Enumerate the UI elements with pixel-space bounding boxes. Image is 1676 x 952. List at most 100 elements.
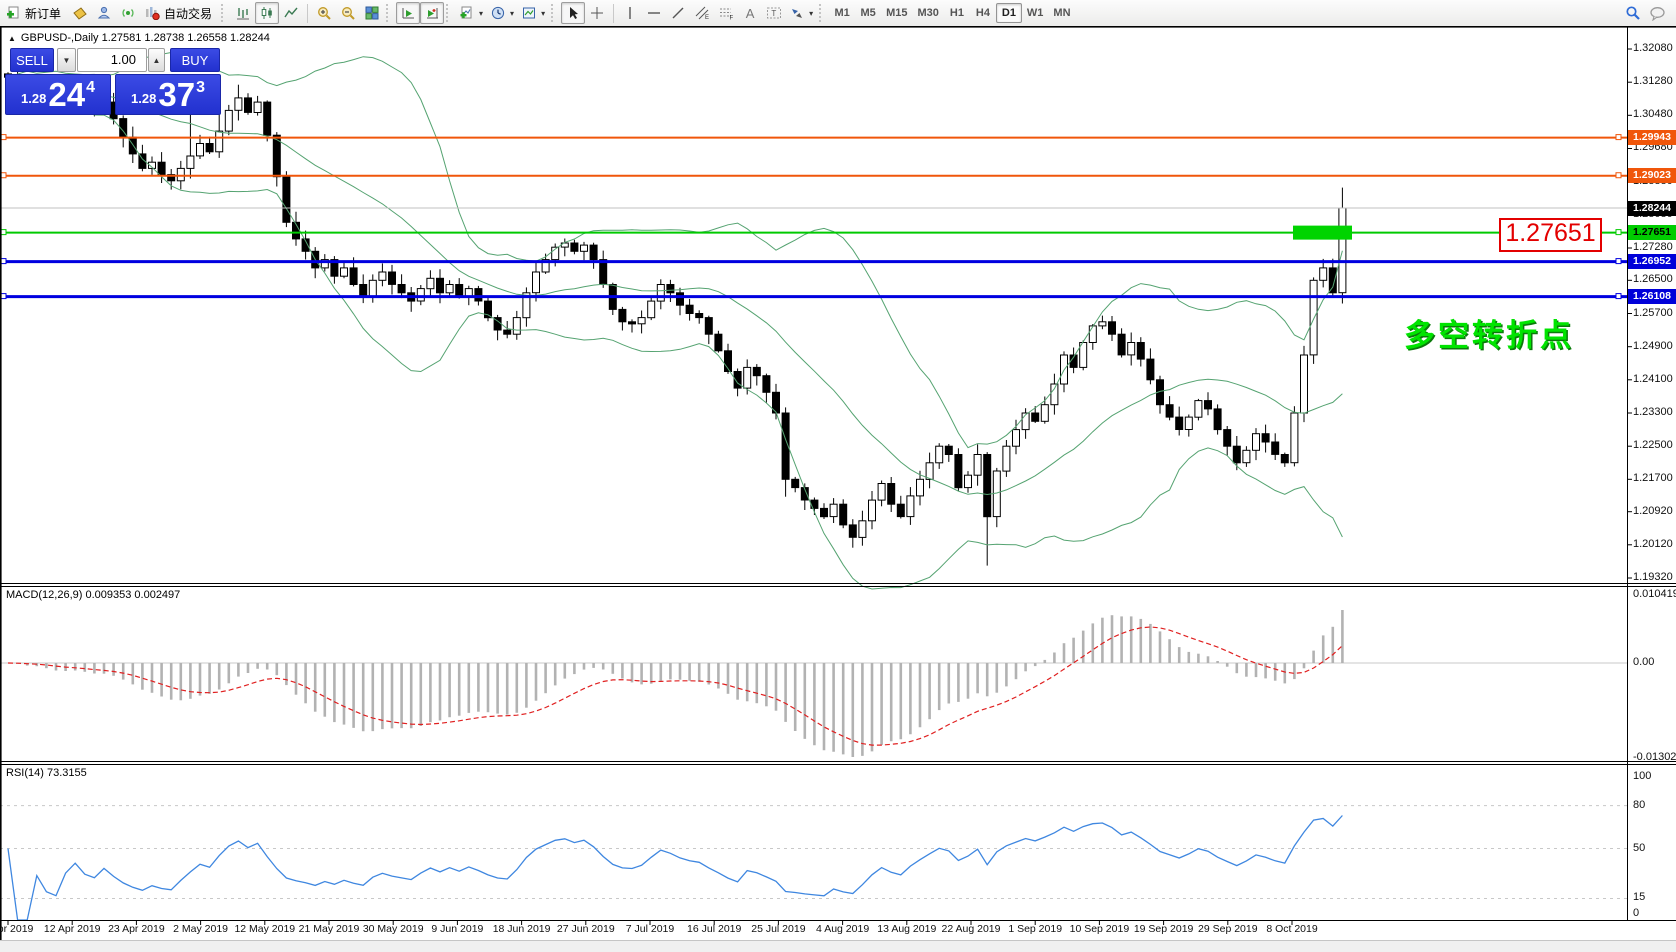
- cursor-button[interactable]: [561, 2, 586, 24]
- volume-increase-button[interactable]: ▲: [148, 48, 165, 72]
- timeframe-button-h1[interactable]: H1: [944, 3, 970, 23]
- main-toolbar: 新订单 自动交易 ▾ ▾ ▾ E F A T ▾ M1 M5 M15 M30 H…: [0, 0, 1676, 26]
- svg-text:F: F: [729, 16, 733, 21]
- candlestick-chart-button[interactable]: [255, 2, 280, 24]
- callout-price-text: 1.27651: [1505, 219, 1596, 247]
- date-label: 25 Jul 2019: [751, 923, 806, 935]
- sell-price-big: 24: [48, 76, 86, 113]
- date-label: 12 Apr 2019: [43, 923, 101, 935]
- crosshair-button[interactable]: [585, 2, 609, 24]
- zoom-in-button[interactable]: [312, 2, 336, 24]
- profile-icon: [97, 6, 111, 19]
- profile-button[interactable]: [92, 2, 116, 24]
- bar-chart-button[interactable]: [231, 2, 255, 24]
- macd-axis-label: 0.010419: [1633, 588, 1676, 600]
- date-label: 23 Apr 2019: [108, 923, 165, 935]
- gold-arrow-button[interactable]: [68, 2, 92, 24]
- pane-separator[interactable]: [0, 583, 1676, 584]
- window-top-border: [0, 26, 1676, 28]
- line-chart-icon: [284, 7, 298, 18]
- line-handle[interactable]: [0, 293, 7, 300]
- toolbar-group-right: [1621, 0, 1676, 26]
- rsi-axis-label: 50: [1633, 842, 1646, 854]
- timeframe-button-m5[interactable]: M5: [855, 3, 881, 23]
- arrows-button[interactable]: ▾: [786, 2, 817, 24]
- trendline-button[interactable]: [666, 2, 690, 24]
- timeframe-button-m30[interactable]: M30: [913, 3, 944, 23]
- buy-price-panel[interactable]: 1.28 37 3: [115, 74, 221, 115]
- new-order-button[interactable]: 新订单: [2, 2, 68, 24]
- toolbar-grip: [819, 4, 826, 22]
- date-label: 19 Sep 2019: [1133, 923, 1194, 935]
- price-callout-label: 1.27651: [1499, 218, 1602, 252]
- buy-button[interactable]: BUY: [170, 48, 220, 72]
- search-button[interactable]: [1621, 2, 1645, 24]
- date-label: 3 Apr 2019: [0, 923, 34, 935]
- auto-scroll-button[interactable]: [396, 2, 421, 24]
- sell-button[interactable]: SELL: [10, 48, 54, 72]
- chart-canvas[interactable]: [0, 0, 1676, 952]
- date-label: 1 Sep 2019: [1008, 923, 1063, 935]
- signals-button[interactable]: [116, 2, 140, 24]
- bar-chart-icon: [237, 8, 250, 20]
- candlestick-chart-icon: [261, 7, 272, 19]
- auto-trading-icon: [146, 7, 160, 20]
- date-label: 10 Sep 2019: [1069, 923, 1130, 935]
- periods-button[interactable]: ▾: [487, 2, 518, 24]
- timeframe-button-w1[interactable]: W1: [1022, 3, 1049, 23]
- text-button[interactable]: A: [738, 2, 762, 24]
- toolbar-grip: [446, 4, 453, 22]
- timeframe-button-m15[interactable]: M15: [881, 3, 912, 23]
- volume-input[interactable]: 1.00: [77, 48, 147, 72]
- pane-separator[interactable]: [0, 761, 1676, 762]
- templates-button[interactable]: ▾: [518, 2, 549, 24]
- line-handle[interactable]: [1615, 134, 1622, 141]
- toolbar-grip: [551, 4, 558, 22]
- vertical-line-button[interactable]: [618, 2, 642, 24]
- toolbar-grip: [386, 4, 393, 22]
- toolbar-group-objects: E F A T ▾: [561, 0, 817, 26]
- line-handle[interactable]: [0, 172, 7, 179]
- new-order-label: 新订单: [25, 6, 62, 21]
- channel-button[interactable]: E: [690, 2, 714, 24]
- highlight-rectangle[interactable]: [1293, 225, 1352, 240]
- toolbar-separator: [307, 3, 309, 23]
- price-tag: 1.29023: [1628, 168, 1676, 184]
- line-handle[interactable]: [0, 229, 7, 236]
- buy-button-label: BUY: [181, 52, 209, 68]
- zoom-out-button[interactable]: [336, 2, 360, 24]
- collapse-triangle-icon[interactable]: ▲: [8, 34, 16, 43]
- rsi-axis-label: 0: [1633, 907, 1640, 919]
- fibonacci-button[interactable]: F: [714, 2, 738, 24]
- macd-indicator-label: MACD(12,26,9) 0.009353 0.002497: [6, 589, 181, 601]
- line-handle[interactable]: [0, 134, 7, 141]
- timeframe-button-m1[interactable]: M1: [829, 3, 855, 23]
- timeframe-button-d1[interactable]: D1: [995, 3, 1022, 23]
- line-handle[interactable]: [0, 258, 7, 265]
- timeframe-button-mn[interactable]: MN: [1048, 3, 1075, 23]
- pane-separator[interactable]: [0, 586, 1676, 587]
- date-label: 9 Jun 2019: [431, 923, 484, 935]
- buy-price-prefix: 1.28: [131, 91, 157, 106]
- horizontal-line-button[interactable]: [642, 2, 666, 24]
- chart-shift-button[interactable]: [420, 2, 445, 24]
- line-handle[interactable]: [1615, 229, 1622, 236]
- chat-button[interactable]: [1645, 2, 1670, 24]
- line-chart-button[interactable]: [279, 2, 303, 24]
- pane-separator[interactable]: [0, 764, 1676, 765]
- indicators-button[interactable]: ▾: [456, 2, 487, 24]
- timeframe-button-h4[interactable]: H4: [970, 3, 996, 23]
- line-handle[interactable]: [1615, 172, 1622, 179]
- line-handle[interactable]: [1615, 258, 1622, 265]
- status-bar: [0, 940, 1676, 952]
- buy-price-pip: 3: [196, 79, 205, 96]
- text-label-button[interactable]: T: [762, 2, 786, 24]
- line-handle[interactable]: [1615, 293, 1622, 300]
- auto-trading-button[interactable]: 自动交易: [140, 2, 219, 24]
- sell-price-panel[interactable]: 1.28 24 4: [5, 74, 111, 115]
- tile-windows-button[interactable]: [360, 2, 384, 24]
- text-label-icon: T: [767, 7, 782, 19]
- timeframe-group: M1 M5 M15 M30 H1 H4 D1 W1 MN: [829, 0, 1075, 26]
- volume-decrease-button[interactable]: ▼: [57, 48, 76, 72]
- sell-price-prefix: 1.28: [21, 91, 47, 106]
